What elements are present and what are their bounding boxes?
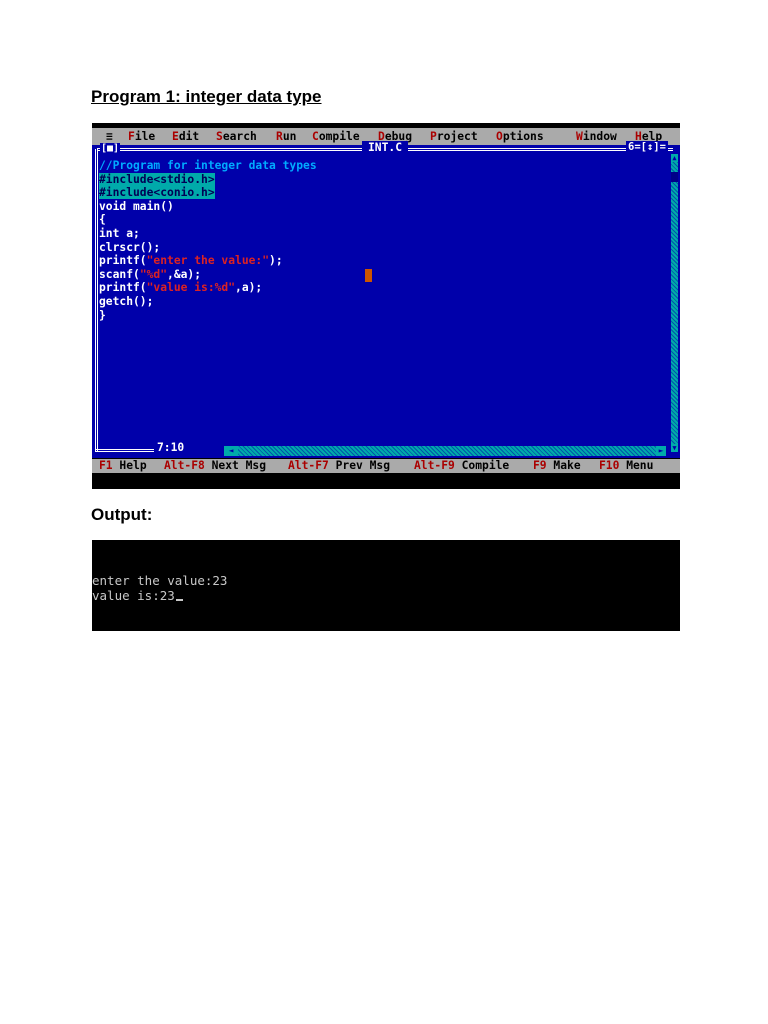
code-line: #include<conio.h> <box>99 186 215 200</box>
menu-run[interactable]: Run <box>276 128 296 145</box>
status-next-msg[interactable]: Alt-F8 Next Msg <box>164 459 266 473</box>
menu-edit[interactable]: Edit <box>172 128 199 145</box>
window-number-zoom[interactable]: 6=[↕]= <box>626 141 668 154</box>
code-line: int a; <box>99 226 140 240</box>
status-menu[interactable]: F10 Menu <box>599 459 653 473</box>
menu-window[interactable]: Window <box>576 128 617 145</box>
code-line: printf("enter the value:"); <box>99 254 283 268</box>
editor-window[interactable]: [■] INT.C 6=[↕]= //Program for integer d… <box>92 141 680 458</box>
menu-project[interactable]: Project <box>430 128 478 145</box>
program-heading: Program 1: integer data type <box>91 87 322 106</box>
status-make[interactable]: F9 Make <box>533 459 581 473</box>
code-line: #include<stdio.h> <box>99 172 215 186</box>
window-title: INT.C <box>362 141 409 154</box>
scroll-down-arrow-icon[interactable]: ▼ <box>671 444 678 452</box>
cursor-position: 7:10 <box>154 441 188 454</box>
console-line: enter the value:23 <box>92 573 228 588</box>
console-line: value is:23 <box>92 589 183 603</box>
turbo-c-ide-screenshot: ≡ File Edit Search Run Compile Debug Pro… <box>92 123 680 489</box>
code-line: { <box>99 213 106 227</box>
code-line: printf("value is:%d",a); <box>99 281 263 295</box>
status-prev-msg[interactable]: Alt-F7 Prev Msg <box>288 459 390 473</box>
code-line: getch(); <box>99 294 154 308</box>
menu-file[interactable]: File <box>128 128 155 145</box>
console-cursor <box>175 599 183 601</box>
code-line: scanf("%d",&a); <box>99 267 202 281</box>
vertical-scroll-thumb[interactable] <box>671 172 678 182</box>
vertical-scrollbar[interactable]: ▲ ▼ <box>671 154 678 452</box>
horizontal-scrollbar[interactable]: ◄ ► <box>224 446 666 456</box>
window-frame-bottom <box>95 449 157 452</box>
text-cursor <box>365 269 372 282</box>
code-line: clrscr(); <box>99 240 161 254</box>
scroll-right-arrow-icon[interactable]: ► <box>656 446 666 456</box>
status-help[interactable]: F1 Help <box>99 459 147 473</box>
status-bar: F1 Help Alt-F8 Next Msg Alt-F7 Prev Msg … <box>92 459 680 473</box>
menu-search[interactable]: Search <box>216 128 257 145</box>
menu-compile[interactable]: Compile <box>312 128 360 145</box>
code-line: void main() <box>99 199 174 213</box>
window-close-button[interactable]: [■] <box>100 143 121 154</box>
output-heading: Output: <box>91 505 153 524</box>
window-frame-left <box>95 149 98 452</box>
source-code[interactable]: //Program for integer data types #includ… <box>99 159 317 322</box>
code-line: //Program for integer data types <box>99 159 317 172</box>
scroll-up-arrow-icon[interactable]: ▲ <box>671 154 678 162</box>
output-console: enter the value:23 value is:23 <box>92 540 680 631</box>
code-line: } <box>99 308 106 322</box>
menu-options[interactable]: Options <box>496 128 544 145</box>
scroll-left-arrow-icon[interactable]: ◄ <box>224 446 238 456</box>
status-compile[interactable]: Alt-F9 Compile <box>414 459 509 473</box>
